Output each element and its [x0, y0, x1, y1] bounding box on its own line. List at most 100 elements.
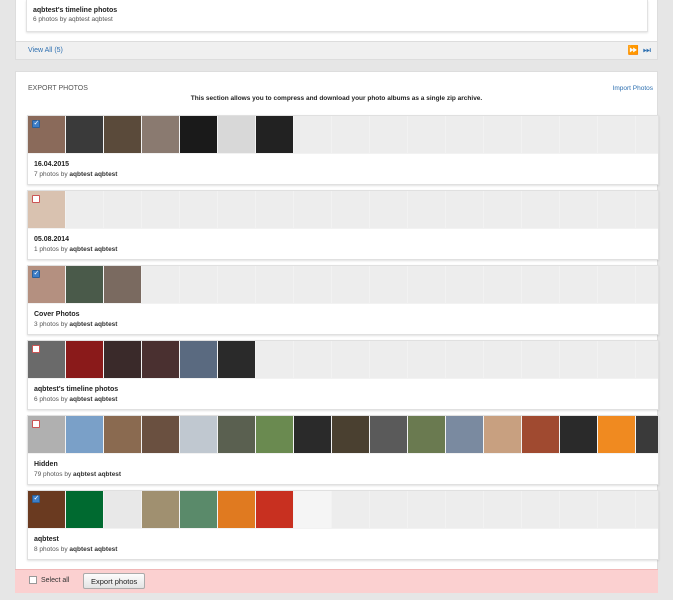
- empty-thumbnail-slot: [408, 116, 445, 153]
- photo-thumbnail[interactable]: [370, 416, 407, 453]
- photo-thumbnail[interactable]: [142, 116, 179, 153]
- photo-thumbnail[interactable]: [294, 416, 331, 453]
- album-list-panel: aqbtest's timeline photos 6 photos by aq…: [15, 0, 658, 60]
- album-owner[interactable]: aqbtest aqbtest: [69, 396, 117, 403]
- empty-thumbnail-slot: [598, 491, 635, 528]
- album-select-checkbox[interactable]: [32, 494, 40, 503]
- empty-thumbnail-slot: [332, 491, 369, 528]
- photo-thumbnail[interactable]: [294, 491, 331, 528]
- photo-count: 1 photos by: [34, 246, 68, 253]
- empty-thumbnail-slot: [522, 116, 559, 153]
- empty-thumbnail-slot: [598, 116, 635, 153]
- album-select-checkbox[interactable]: [32, 119, 40, 128]
- photo-thumbnail[interactable]: [142, 491, 179, 528]
- empty-thumbnail-slot: [66, 191, 103, 228]
- photo-thumbnail[interactable]: [104, 491, 141, 528]
- photo-thumbnail[interactable]: [180, 416, 217, 453]
- empty-thumbnail-slot: [332, 116, 369, 153]
- empty-thumbnail-slot: [522, 341, 559, 378]
- album-select-checkbox[interactable]: [32, 195, 40, 203]
- empty-thumbnail-slot: [218, 266, 255, 303]
- photo-thumbnail[interactable]: [332, 416, 369, 453]
- select-all-checkbox[interactable]: [29, 576, 37, 584]
- photo-thumbnail[interactable]: [522, 416, 559, 453]
- photo-thumbnail[interactable]: [104, 266, 141, 303]
- empty-thumbnail-slot: [560, 341, 597, 378]
- photo-thumbnail[interactable]: [104, 116, 141, 153]
- photo-thumbnail[interactable]: [256, 416, 293, 453]
- empty-thumbnail-slot: [218, 191, 255, 228]
- album-name[interactable]: Cover Photos: [34, 311, 80, 318]
- album-select-checkbox[interactable]: [32, 269, 40, 278]
- empty-thumbnail-slot: [484, 191, 521, 228]
- photo-thumbnail[interactable]: [142, 416, 179, 453]
- empty-thumbnail-slot: [180, 266, 217, 303]
- album-card-top[interactable]: aqbtest's timeline photos 6 photos by aq…: [26, 0, 648, 32]
- view-all-link[interactable]: View All (5): [28, 47, 63, 54]
- photo-thumbnail[interactable]: [66, 341, 103, 378]
- empty-thumbnail-slot: [446, 191, 483, 228]
- empty-thumbnail-slot: [522, 491, 559, 528]
- next-page-icon[interactable]: ⏩: [628, 45, 639, 56]
- album-owner[interactable]: aqbtest aqbtest: [69, 546, 117, 553]
- album-owner[interactable]: aqbtest aqbtest: [69, 171, 117, 178]
- empty-thumbnail-slot: [484, 116, 521, 153]
- album-select-checkbox[interactable]: [32, 420, 40, 428]
- album-name[interactable]: 05.08.2014: [34, 236, 69, 243]
- photo-thumbnail[interactable]: [598, 416, 635, 453]
- empty-thumbnail-slot: [560, 266, 597, 303]
- photo-thumbnail[interactable]: [446, 416, 483, 453]
- photo-thumbnail[interactable]: [142, 341, 179, 378]
- photo-thumbnail[interactable]: [218, 116, 255, 153]
- album-select-checkbox[interactable]: [32, 345, 40, 353]
- photo-thumbnail[interactable]: [218, 491, 255, 528]
- photo-thumbnail[interactable]: [180, 341, 217, 378]
- photo-thumbnail[interactable]: [560, 416, 597, 453]
- album-name[interactable]: aqbtest's timeline photos: [34, 386, 118, 393]
- album-card: 16.04.2015 7 photos by aqbtest aqbtest: [27, 115, 659, 185]
- photo-thumbnail[interactable]: [104, 341, 141, 378]
- empty-thumbnail-slot: [446, 341, 483, 378]
- photo-count: 79 photos by: [34, 471, 72, 478]
- album-owner[interactable]: aqbtest aqbtest: [73, 471, 121, 478]
- empty-thumbnail-slot: [408, 491, 445, 528]
- photo-thumbnail[interactable]: [484, 416, 521, 453]
- photo-thumbnail[interactable]: [180, 116, 217, 153]
- album-card: aqbtest 8 photos by aqbtest aqbtest: [27, 490, 659, 560]
- select-all-control[interactable]: Select all: [29, 576, 69, 584]
- album-name[interactable]: Hidden: [34, 461, 58, 468]
- empty-thumbnail-slot: [408, 266, 445, 303]
- photo-thumbnail[interactable]: [218, 416, 255, 453]
- empty-thumbnail-slot: [446, 266, 483, 303]
- album-owner[interactable]: aqbtest aqbtest: [69, 321, 117, 328]
- photo-thumbnail[interactable]: [408, 416, 445, 453]
- album-card: 05.08.2014 1 photos by aqbtest aqbtest: [27, 190, 659, 260]
- photo-thumbnail[interactable]: [256, 491, 293, 528]
- empty-thumbnail-slot: [484, 341, 521, 378]
- photo-thumbnail[interactable]: [180, 491, 217, 528]
- empty-thumbnail-slot: [294, 116, 331, 153]
- import-photos-link[interactable]: Import Photos: [613, 85, 653, 92]
- album-title[interactable]: aqbtest's timeline photos: [33, 7, 117, 14]
- photo-strip: [28, 491, 658, 529]
- export-photos-button[interactable]: Export photos: [83, 573, 146, 589]
- empty-thumbnail-slot: [408, 341, 445, 378]
- album-name[interactable]: 16.04.2015: [34, 161, 69, 168]
- album-name[interactable]: aqbtest: [34, 536, 59, 543]
- photo-thumbnail[interactable]: [636, 416, 658, 453]
- photo-strip: [28, 116, 658, 154]
- photo-thumbnail[interactable]: [218, 341, 255, 378]
- photo-thumbnail[interactable]: [256, 116, 293, 153]
- empty-thumbnail-slot: [522, 266, 559, 303]
- photo-thumbnail[interactable]: [104, 416, 141, 453]
- empty-thumbnail-slot: [332, 266, 369, 303]
- photo-thumbnail[interactable]: [66, 266, 103, 303]
- album-owner[interactable]: aqbtest aqbtest: [69, 246, 117, 253]
- last-page-icon[interactable]: ⏭: [643, 45, 651, 56]
- photo-thumbnail[interactable]: [66, 116, 103, 153]
- photo-thumbnail[interactable]: [66, 416, 103, 453]
- photo-strip: [28, 341, 658, 379]
- album-card: Hidden 79 photos by aqbtest aqbtest: [27, 415, 659, 485]
- photo-thumbnail[interactable]: [66, 491, 103, 528]
- export-action-bar: Select all Export photos: [15, 569, 658, 593]
